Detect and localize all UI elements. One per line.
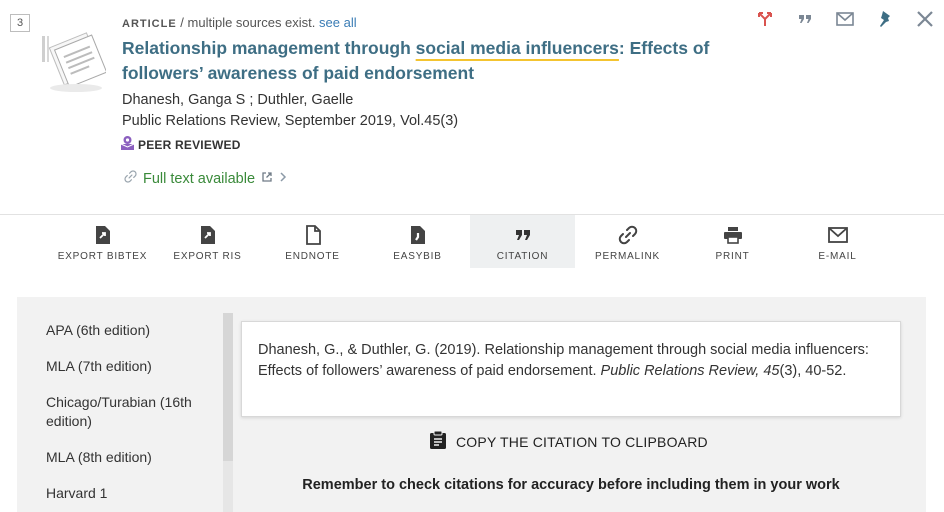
citation-style-chicago[interactable]: Chicago/Turabian (16th edition) [46, 393, 216, 431]
export-bibtex-label: EXPORT BIBTEX [57, 251, 148, 262]
peer-reviewed-badge: PEER REVIEWED [120, 135, 241, 154]
style-list-scroll-track[interactable] [223, 461, 233, 512]
email-label: E-MAIL [818, 251, 857, 262]
citation-style-list: APA (6th edition) MLA (7th edition) Chic… [46, 321, 216, 512]
close-icon[interactable] [914, 8, 936, 30]
citation-issue-pages: (3), 40-52. [779, 363, 847, 379]
full-text-link[interactable]: Full text available [124, 170, 287, 187]
endnote-button[interactable]: ENDNOTE [260, 215, 365, 268]
easybib-label: EASYBIB [393, 251, 442, 262]
printer-icon [723, 224, 743, 246]
record-metadata: ARTICLE / multiple sources exist. see al… [122, 14, 742, 132]
link-icon [618, 224, 638, 246]
copy-citation-label: COPY THE CITATION TO CLIPBOARD [456, 433, 708, 450]
citation-style-mla8[interactable]: MLA (8th edition) [46, 448, 216, 467]
resource-type: ARTICLE [122, 18, 177, 30]
endnote-label: ENDNOTE [285, 251, 340, 262]
record-source: Public Relations Review, September 2019,… [122, 113, 459, 129]
email-icon[interactable] [834, 8, 856, 30]
document-icon [305, 224, 321, 246]
copy-citation-button[interactable]: COPY THE CITATION TO CLIPBOARD [429, 430, 708, 453]
permalink-button[interactable]: PERMALINK [575, 215, 680, 268]
quote-icon[interactable] [794, 8, 816, 30]
external-link-icon [261, 171, 273, 187]
title-highlight: social media influencers [415, 38, 619, 58]
export-bibtex-icon [95, 224, 111, 246]
accuracy-reminder: Remember to check citations for accuracy… [302, 477, 840, 493]
email-icon [827, 224, 848, 246]
print-label: PRINT [715, 251, 750, 262]
easybib-icon [410, 224, 426, 246]
export-ris-button[interactable]: EXPORT RIS [155, 215, 260, 268]
record-type-line: ARTICLE / multiple sources exist. see al… [122, 14, 742, 33]
easybib-button[interactable]: EASYBIB [365, 215, 470, 268]
citation-label: CITATION [496, 251, 549, 262]
citation-button[interactable]: CITATION [470, 215, 575, 268]
export-bibtex-button[interactable]: EXPORT BIBTEX [50, 215, 155, 268]
style-list-scrollbar[interactable] [223, 313, 233, 461]
peer-reviewed-icon [120, 135, 135, 154]
title-part-1: Relationship management through [122, 38, 416, 58]
quote-icon [515, 224, 531, 246]
virtual-browse-icon[interactable] [754, 8, 776, 30]
citation-panel: APA (6th edition) MLA (7th edition) Chic… [17, 297, 926, 512]
citation-style-apa6[interactable]: APA (6th edition) [46, 321, 216, 340]
record-actions [754, 8, 936, 30]
record-number: 3 [10, 14, 30, 32]
see-all-link[interactable]: see all [319, 15, 357, 30]
record-title[interactable]: Relationship management through social m… [122, 36, 742, 86]
export-ris-label: EXPORT RIS [173, 251, 242, 262]
link-icon [124, 170, 137, 187]
citation-volume: 45 [763, 363, 780, 379]
peer-reviewed-label: PEER REVIEWED [138, 137, 241, 152]
email-button[interactable]: E-MAIL [785, 215, 890, 268]
citation-style-harvard[interactable]: Harvard 1 [46, 484, 216, 503]
print-button[interactable]: PRINT [680, 215, 785, 268]
sources-text: / multiple sources exist. [180, 15, 316, 30]
record-authors: Dhanesh, Ganga S ; Duthler, Gaelle [122, 92, 354, 108]
permalink-label: PERMALINK [595, 251, 660, 262]
citation-text-box[interactable]: Dhanesh, G., & Duthler, G. (2019). Relat… [241, 321, 901, 417]
action-toolbar: EXPORT BIBTEX EXPORT RIS ENDNOTE EASYBIB… [50, 215, 890, 275]
export-ris-icon [200, 224, 216, 246]
citation-style-mla7[interactable]: MLA (7th edition) [46, 357, 216, 376]
chevron-right-icon [279, 171, 287, 187]
full-text-label: Full text available [143, 170, 256, 187]
pin-icon[interactable] [874, 8, 896, 30]
citation-journal: Public Relations Review, [600, 363, 760, 379]
article-thumbnail-icon [40, 30, 108, 94]
clipboard-icon [429, 430, 447, 453]
